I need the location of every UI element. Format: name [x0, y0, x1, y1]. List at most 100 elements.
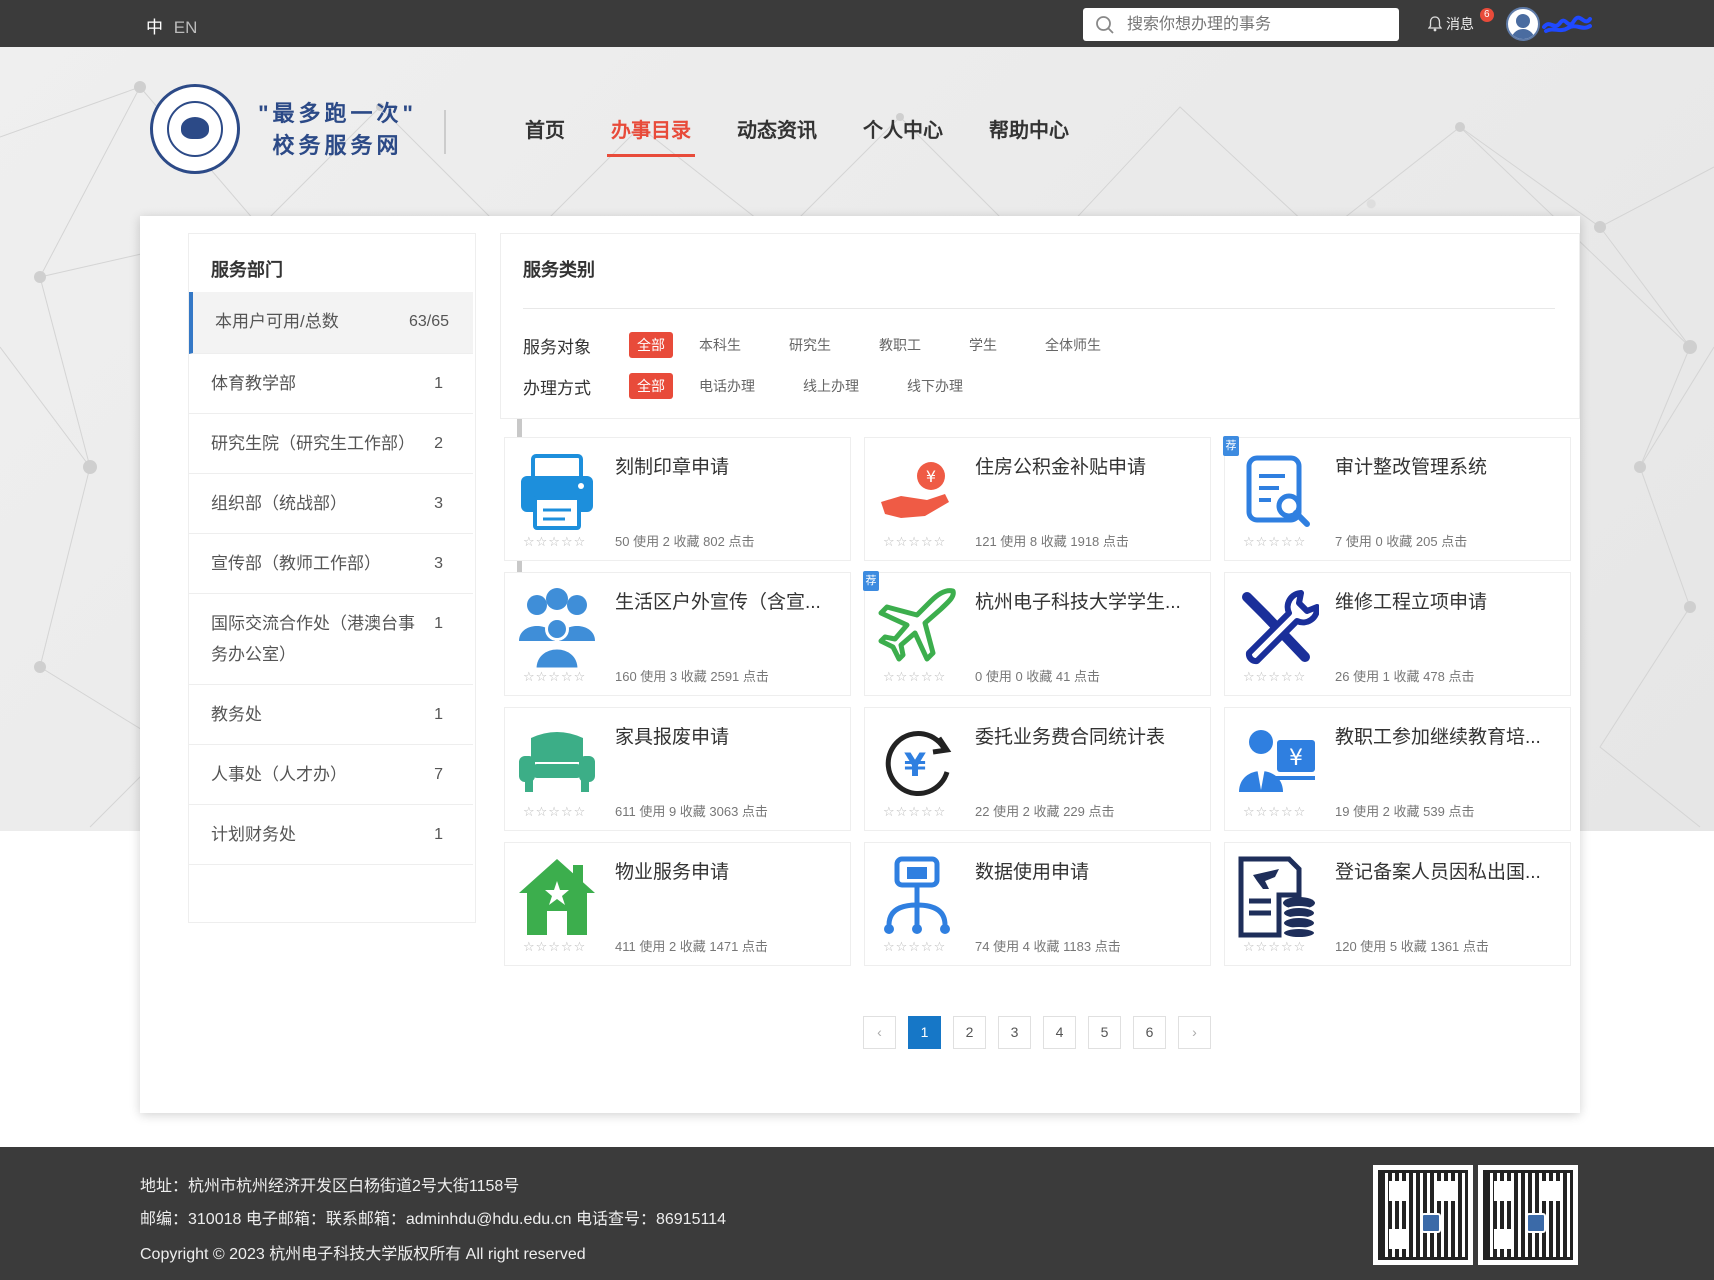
service-tile[interactable]: 杭州电子科技大学学生... ☆☆☆☆☆ 0 使用 0 收藏 41 点击 荐 [863, 571, 1211, 696]
filter-target-undergrad[interactable]: 本科生 [691, 332, 749, 358]
printer-icon [515, 450, 599, 534]
service-tile[interactable]: ¥ 委托业务费合同统计表 ☆☆☆☆☆ 22 使用 2 收藏 229 点击 [864, 707, 1211, 831]
service-name[interactable]: 数据使用申请 [975, 857, 1200, 884]
department-item-count: 63/65 [408, 313, 449, 330]
filter-target-everyone[interactable]: 全体师生 [1037, 332, 1109, 358]
site-title-line1: "最多跑一次" [258, 101, 417, 126]
service-tile[interactable]: 家具报废申请 ☆☆☆☆☆ 611 使用 9 收藏 3063 点击 [504, 707, 851, 831]
department-item[interactable]: 教务处 1 [189, 685, 473, 745]
service-tile[interactable]: 生活区户外宣传（含宣... ☆☆☆☆☆ 160 使用 3 收藏 2591 点击 [504, 572, 851, 696]
rating-stars: ☆☆☆☆☆ [523, 939, 587, 954]
department-item[interactable]: 体育教学部 1 [189, 354, 473, 414]
travel-doc-icon [1235, 855, 1319, 939]
filter-target-student[interactable]: 学生 [961, 332, 1005, 358]
department-item-count: 7 [434, 766, 443, 783]
department-item[interactable]: 计划财务处 1 [189, 805, 473, 865]
filter-method-phone[interactable]: 电话办理 [691, 373, 763, 399]
filter-target-row: 服务对象 全部 本科生 研究生 教职工 学生 全体师生 [523, 332, 1141, 358]
document-search-icon [1235, 450, 1319, 534]
username-redacted [1542, 15, 1592, 33]
pager-page[interactable]: 6 [1133, 1016, 1166, 1049]
department-item[interactable]: 组织部（统战部） 3 [189, 474, 473, 534]
pager-page[interactable]: 1 [908, 1016, 941, 1049]
rating-stars: ☆☆☆☆☆ [523, 804, 587, 819]
filter-target-all[interactable]: 全部 [629, 332, 673, 358]
pager-page[interactable]: 5 [1088, 1016, 1121, 1049]
footer-address: 地址：杭州市杭州经济开发区白杨街道2号大街1158号 [140, 1178, 520, 1195]
service-name[interactable]: 住房公积金补贴申请 [975, 452, 1200, 479]
service-tile[interactable]: 数据使用申请 ☆☆☆☆☆ 74 使用 4 收藏 1183 点击 [864, 842, 1211, 966]
service-stats: 19 使用 2 收藏 539 点击 [1335, 804, 1475, 819]
avatar[interactable] [1506, 7, 1540, 41]
department-item[interactable]: 研究生院（研究生工作部） 2 [189, 414, 473, 474]
nav-home[interactable]: 首页 [525, 114, 565, 157]
filter-method-all[interactable]: 全部 [629, 373, 673, 399]
pager-next[interactable]: › [1178, 1016, 1211, 1049]
nav-service-catalog[interactable]: 办事目录 [607, 114, 695, 157]
hand-money-icon: ¥ [875, 450, 959, 534]
network-icon [875, 855, 959, 939]
service-tile[interactable]: 审计整改管理系统 ☆☆☆☆☆ 7 使用 0 收藏 205 点击 荐 [1223, 436, 1571, 561]
search-box[interactable] [1083, 8, 1399, 41]
pager-page[interactable]: 4 [1043, 1016, 1076, 1049]
department-item-label: 本用户可用/总数 [215, 312, 339, 331]
filter-method-label: 办理方式 [523, 378, 591, 398]
rating-stars: ☆☆☆☆☆ [523, 534, 587, 549]
pager-page[interactable]: 2 [953, 1016, 986, 1049]
department-item[interactable]: 人事处（人才办） 7 [189, 745, 473, 805]
top-bar: 中 EN 消息 6 [0, 0, 1714, 47]
rating-stars: ☆☆☆☆☆ [523, 669, 587, 684]
staff-money-icon: ¥ [1235, 720, 1319, 804]
service-name[interactable]: 审计整改管理系统 [1335, 452, 1560, 479]
service-tile[interactable]: 维修工程立项申请 ☆☆☆☆☆ 26 使用 1 收藏 478 点击 [1224, 572, 1571, 696]
service-stats: 0 使用 0 收藏 41 点击 [975, 669, 1100, 684]
department-panel-title: 服务部门 [211, 260, 283, 280]
service-name[interactable]: 家具报废申请 [615, 722, 840, 749]
service-name[interactable]: 登记备案人员因私出国... [1335, 857, 1560, 884]
service-name[interactable]: 物业服务申请 [615, 857, 840, 884]
lang-en[interactable]: EN [174, 18, 198, 37]
service-tile[interactable]: 刻制印章申请 ☆☆☆☆☆ 50 使用 2 收藏 802 点击 [504, 437, 851, 561]
service-name[interactable]: 教职工参加继续教育培... [1335, 722, 1560, 749]
footer: 地址：杭州市杭州经济开发区白杨街道2号大街1158号 邮编：310018 电子邮… [0, 1147, 1714, 1280]
university-seal-logo[interactable] [150, 84, 240, 174]
department-item[interactable]: 国际交流合作处（港澳台事务办公室） 1 [189, 594, 473, 685]
service-tile[interactable]: ¥ 住房公积金补贴申请 ☆☆☆☆☆ 121 使用 8 收藏 1918 点击 [864, 437, 1211, 561]
department-item-count: 1 [434, 615, 443, 632]
bell-icon [1428, 16, 1442, 32]
service-stats: 50 使用 2 收藏 802 点击 [615, 534, 755, 549]
service-tile[interactable]: 物业服务申请 ☆☆☆☆☆ 411 使用 2 收藏 1471 点击 [504, 842, 851, 966]
department-item-label: 体育教学部 [211, 374, 296, 393]
filter-method-offline[interactable]: 线下办理 [899, 373, 971, 399]
department-item-count: 1 [434, 706, 443, 723]
service-tile[interactable]: ¥ 教职工参加继续教育培... ☆☆☆☆☆ 19 使用 2 收藏 539 点击 [1224, 707, 1571, 831]
department-item-all[interactable]: 本用户可用/总数 63/65 [189, 292, 473, 354]
service-stats: 411 使用 2 收藏 1471 点击 [615, 939, 768, 954]
pager-prev[interactable]: ‹ [863, 1016, 896, 1049]
nav-help-center[interactable]: 帮助中心 [989, 114, 1069, 157]
service-name[interactable]: 维修工程立项申请 [1335, 587, 1560, 614]
pager-page[interactable]: 3 [998, 1016, 1031, 1049]
service-name[interactable]: 杭州电子科技大学学生... [975, 587, 1200, 614]
department-item[interactable]: 宣传部（教师工作部） 3 [189, 534, 473, 594]
footer-contact: 邮编：310018 电子邮箱：联系邮箱：adminhdu@hdu.edu.cn … [140, 1211, 726, 1228]
messages-link[interactable]: 消息 6 [1428, 8, 1494, 34]
department-panel: 服务部门 本用户可用/总数 63/65 体育教学部 1 研究生院（研究生工作部）… [188, 233, 522, 923]
service-stats: 160 使用 3 收藏 2591 点击 [615, 669, 769, 684]
filter-target-grad[interactable]: 研究生 [781, 332, 839, 358]
nav-personal-center[interactable]: 个人中心 [863, 114, 943, 157]
rating-stars: ☆☆☆☆☆ [883, 669, 947, 684]
service-name[interactable]: 委托业务费合同统计表 [975, 722, 1200, 749]
service-name[interactable]: 刻制印章申请 [615, 452, 840, 479]
filter-target-staff[interactable]: 教职工 [871, 332, 929, 358]
service-name[interactable]: 生活区户外宣传（含宣... [615, 587, 840, 614]
divider [523, 308, 1555, 309]
filter-method-online[interactable]: 线上办理 [795, 373, 867, 399]
nav-news[interactable]: 动态资讯 [737, 114, 817, 157]
qr-code-icon [1373, 1165, 1473, 1265]
rating-stars: ☆☆☆☆☆ [883, 804, 947, 819]
service-stats: 120 使用 5 收藏 1361 点击 [1335, 939, 1489, 954]
search-input[interactable] [1127, 12, 1387, 37]
service-tile[interactable]: 登记备案人员因私出国... ☆☆☆☆☆ 120 使用 5 收藏 1361 点击 [1224, 842, 1571, 966]
lang-zh[interactable]: 中 [146, 18, 163, 37]
